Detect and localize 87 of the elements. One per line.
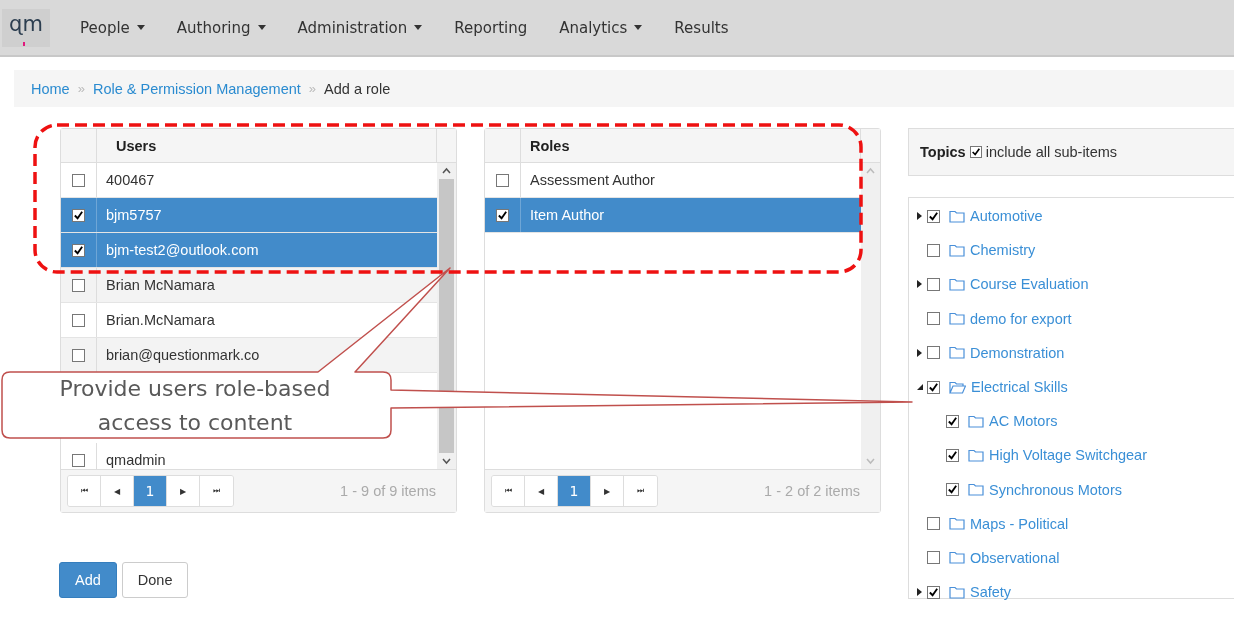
topic-link[interactable]: Demonstration <box>970 344 1065 361</box>
checkbox[interactable] <box>927 585 940 599</box>
topic-link[interactable]: AC Motors <box>989 413 1058 430</box>
topic-link[interactable]: Safety <box>970 584 1012 601</box>
last-page-button[interactable]: ⏭ <box>200 476 233 506</box>
folder-icon <box>949 243 965 257</box>
previous-page-button[interactable]: ◀ <box>101 476 134 506</box>
topic-link[interactable]: Automotive <box>970 208 1043 225</box>
logo[interactable]: ɋm <box>2 8 50 47</box>
column-header: Users <box>115 136 158 156</box>
checkbox[interactable] <box>72 453 85 467</box>
user-row[interactable]: bjm5757 <box>61 198 437 233</box>
role-row[interactable]: Assessment Author <box>485 163 861 198</box>
checkbox[interactable] <box>946 414 959 428</box>
nav-menu-item[interactable]: Results <box>658 18 745 37</box>
open-folder-icon <box>949 380 966 394</box>
checkbox[interactable] <box>927 209 940 223</box>
folder-icon <box>949 517 965 531</box>
collapse-arrow-icon[interactable] <box>917 384 923 391</box>
checkbox-label[interactable]: include all sub-items <box>985 144 1118 160</box>
nav-menu-item[interactable]: Administration <box>281 18 439 37</box>
checkbox[interactable] <box>72 313 85 327</box>
page-button[interactable]: 1 <box>134 476 167 506</box>
expand-arrow-icon[interactable] <box>917 280 922 289</box>
breadcrumb-current: Add a role <box>324 80 391 97</box>
role-row[interactable]: Item Author <box>485 198 861 233</box>
folder-icon <box>949 585 965 599</box>
topic-link[interactable]: High Voltage Switchgear <box>989 447 1147 464</box>
checkbox[interactable] <box>496 173 509 187</box>
page-button[interactable]: 1 <box>558 476 591 506</box>
user-row[interactable]: Brian McNamara <box>61 268 437 303</box>
first-page-button[interactable]: ⏮ <box>68 476 101 506</box>
first-page-button[interactable]: ⏮ <box>492 476 525 506</box>
checkbox[interactable] <box>927 243 940 257</box>
folder-icon <box>968 483 984 497</box>
user-row[interactable]: 400467 <box>61 163 437 198</box>
expand-arrow-icon[interactable] <box>917 212 922 221</box>
checkbox[interactable] <box>927 517 940 531</box>
checkbox[interactable] <box>946 483 959 497</box>
folder-icon <box>949 312 965 326</box>
checkbox[interactable] <box>72 208 85 222</box>
expand-arrow-icon[interactable] <box>917 348 922 357</box>
checkbox[interactable] <box>927 380 940 394</box>
topics-title: Topics <box>920 144 966 160</box>
last-page-button[interactable]: ⏭ <box>624 476 657 506</box>
folder-icon <box>949 346 965 360</box>
topic-link[interactable]: Course Evaluation <box>970 276 1089 293</box>
next-page-button[interactable]: ▶ <box>591 476 624 506</box>
topic-link[interactable]: Synchronous Motors <box>989 481 1122 498</box>
pager-summary: 1 - 9 of 9 items <box>340 483 436 499</box>
checkbox[interactable] <box>72 348 85 362</box>
nav-menu-item[interactable]: Authoring <box>160 18 282 37</box>
folder-icon <box>949 277 965 291</box>
callout-text: Provide users role-based access to content <box>58 375 332 437</box>
checkbox[interactable] <box>72 243 85 257</box>
action-button[interactable]: Done <box>121 562 189 598</box>
checkbox[interactable] <box>969 146 982 158</box>
scrollbar[interactable] <box>437 163 456 469</box>
checkbox[interactable] <box>72 173 85 187</box>
column-header: Roles <box>529 136 571 156</box>
checkbox[interactable] <box>946 448 959 462</box>
topic-link[interactable]: Electrical Skills <box>971 379 1068 396</box>
user-row[interactable]: bjm-test2@outlook.com <box>61 233 437 268</box>
breadcrumb-separator: » <box>308 81 317 96</box>
breadcrumb-separator: » <box>77 81 85 96</box>
folder-icon <box>949 209 965 223</box>
folder-icon <box>968 414 984 428</box>
user-row[interactable]: Brian.McNamara <box>61 303 437 338</box>
folder-icon <box>968 448 984 462</box>
nav-menu-item[interactable]: Analytics <box>543 18 659 37</box>
expand-arrow-icon[interactable] <box>917 588 922 597</box>
checkbox[interactable] <box>927 312 940 326</box>
topic-link[interactable]: Observational <box>970 549 1060 566</box>
action-button[interactable]: Add <box>59 562 117 598</box>
pager-summary: 1 - 2 of 2 items <box>764 483 860 499</box>
previous-page-button[interactable]: ◀ <box>525 476 558 506</box>
folder-icon <box>949 551 965 565</box>
topic-link[interactable]: demo for export <box>970 310 1072 327</box>
nav-menu-item[interactable]: People <box>64 18 161 37</box>
checkbox[interactable] <box>496 208 509 222</box>
next-page-button[interactable]: ▶ <box>167 476 200 506</box>
checkbox[interactable] <box>927 277 940 291</box>
topic-link[interactable]: Chemistry <box>970 242 1036 259</box>
checkbox[interactable] <box>927 551 940 565</box>
nav-menu-item[interactable]: Reporting <box>438 18 544 37</box>
checkbox[interactable] <box>72 278 85 292</box>
checkbox[interactable] <box>927 346 940 360</box>
